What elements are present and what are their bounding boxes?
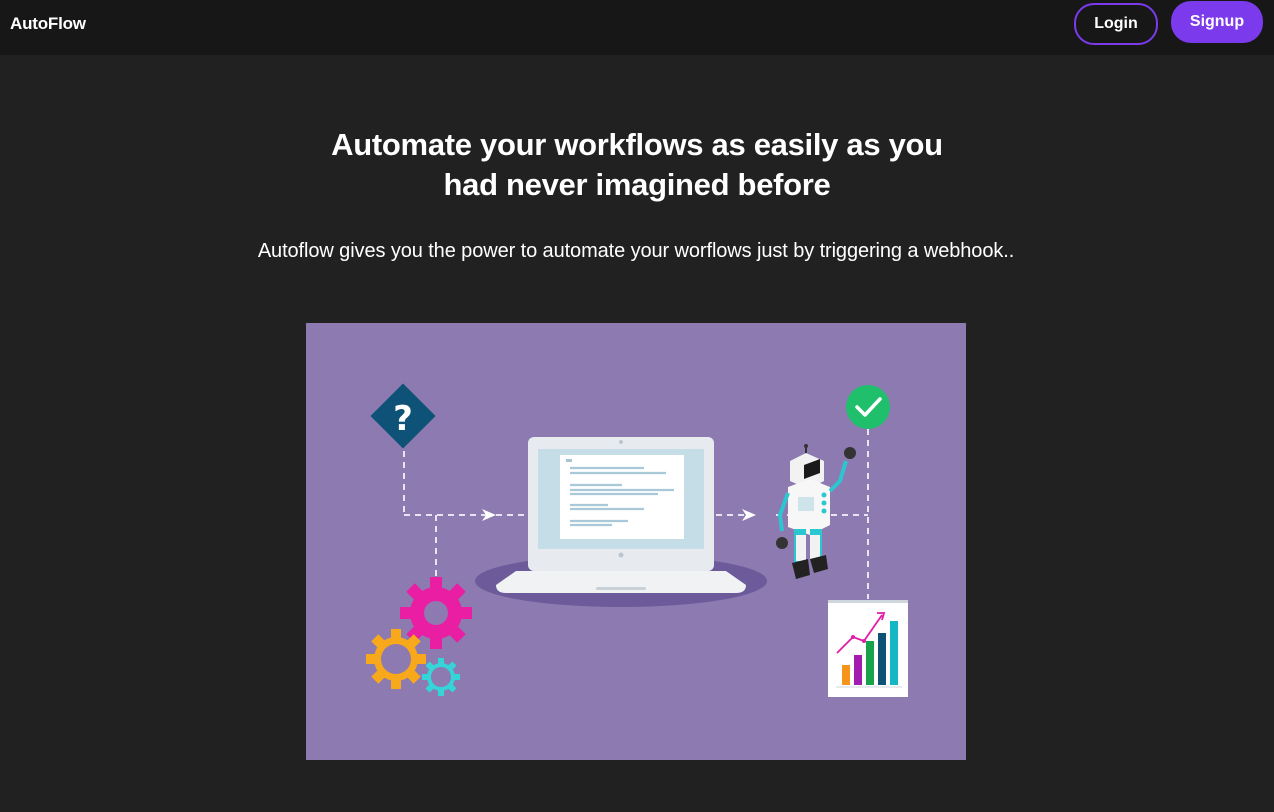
robot-illustration	[776, 444, 856, 579]
hero-title: Automate your workflows as easily as you…	[0, 125, 1274, 205]
login-button[interactable]: Login	[1074, 3, 1158, 45]
gears-icon	[366, 577, 472, 696]
check-circle-icon	[846, 385, 890, 429]
hero-subtitle: Autoflow gives you the power to automate…	[257, 240, 1015, 262]
automation-illustration: ?	[306, 323, 966, 760]
svg-text:?: ?	[393, 399, 413, 439]
hero-title-line-1: Automate your workflows as easily as you	[331, 127, 943, 162]
top-navbar: AutoFlow Login Signup	[0, 0, 1274, 55]
question-diamond-icon: ?	[370, 383, 436, 449]
brand-logo-text[interactable]: AutoFlow	[10, 14, 86, 34]
arrow-right-icon	[742, 509, 756, 521]
laptop-illustration	[475, 437, 767, 607]
signup-button[interactable]: Signup	[1171, 1, 1263, 43]
hero-title-line-2: had never imagined before	[443, 167, 831, 202]
bar-chart-card-icon	[828, 600, 908, 697]
